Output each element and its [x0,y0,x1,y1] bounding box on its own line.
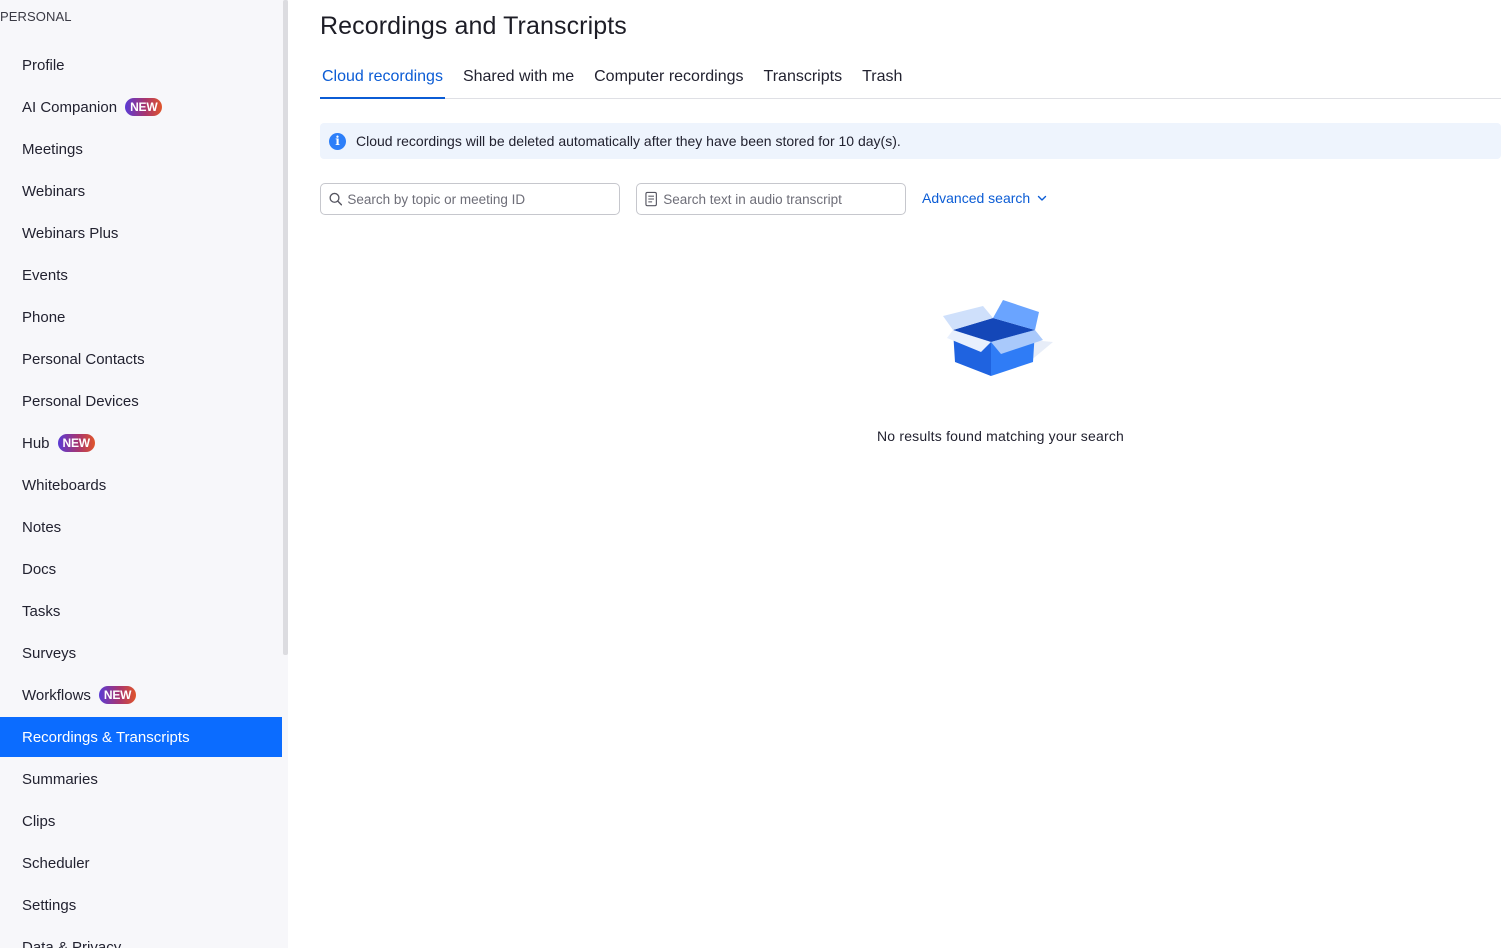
info-banner-text: Cloud recordings will be deleted automat… [356,133,901,149]
sidebar-item-label: Personal Devices [22,392,139,410]
sidebar-item-label: AI Companion [22,98,118,116]
sidebar-item-surveys[interactable]: Surveys [0,632,282,674]
tab-cloud-recordings[interactable]: Cloud recordings [320,58,445,99]
search-icon [329,192,343,206]
advanced-search-button[interactable]: Advanced search [922,190,1047,206]
info-icon: i [329,132,346,150]
search-topic-input[interactable] [342,190,619,208]
sidebar-nav-list: Profile AI Companion NEW Meetings Webinars We… [0,44,282,948]
sidebar-item-settings[interactable]: Settings [0,884,282,926]
sidebar-item-label: Tasks [22,602,61,620]
transcript-icon [645,191,657,206]
sidebar-item-label: Settings [22,896,77,914]
sidebar-item-label: Events [22,266,68,284]
sidebar-item-label: Webinars Plus [22,224,119,242]
sidebar-item-label: Scheduler [22,854,90,872]
empty-box-icon [942,300,1053,376]
sidebar-item-webinars-plus[interactable]: Webinars Plus [0,212,282,254]
tab-trash[interactable]: Trash [860,58,904,98]
tab-transcripts[interactable]: Transcripts [762,58,845,98]
new-badge: NEW [57,434,95,452]
sidebar-item-notes[interactable]: Notes [0,506,282,548]
tab-shared-with-me[interactable]: Shared with me [461,58,576,98]
sidebar-item-personal-devices[interactable]: Personal Devices [0,380,282,422]
sidebar-item-label: Profile [22,56,65,74]
tab-computer-recordings[interactable]: Computer recordings [592,58,745,98]
sidebar-item-scheduler[interactable]: Scheduler [0,842,282,884]
sidebar-item-personal-contacts[interactable]: Personal Contacts [0,338,282,380]
recording-tabs: Cloud recordings Shared with me Computer r… [320,58,1501,99]
search-transcript-box [636,183,906,215]
sidebar-item-meetings[interactable]: Meetings [0,128,282,170]
sidebar-item-clips[interactable]: Clips [0,800,282,842]
sidebar-item-label: Webinars [22,182,86,200]
sidebar-item-profile[interactable]: Profile [0,44,282,86]
sidebar-item-label: Recordings & Transcripts [22,728,190,746]
main-content: Recordings and Transcripts Cloud recordi… [288,0,1501,948]
sidebar-section-title: PERSONAL [0,9,72,24]
search-topic-box [320,183,620,215]
sidebar-item-phone[interactable]: Phone [0,296,282,338]
sidebar-item-label: Personal Contacts [22,350,145,368]
empty-state: No results found matching your search [848,296,1153,444]
sidebar-item-label: Clips [22,812,56,830]
sidebar-item-whiteboards[interactable]: Whiteboards [0,464,282,506]
new-badge: NEW [98,686,137,704]
sidebar-item-label: Docs [22,560,57,578]
sidebar-item-label: Meetings [22,140,83,158]
sidebar-item-docs[interactable]: Docs [0,548,282,590]
chevron-down-icon [1037,195,1047,201]
sidebar-item-hub[interactable]: Hub NEW [0,422,282,464]
sidebar-item-recordings-transcripts[interactable]: Recordings & Transcripts [0,717,282,757]
page-title: Recordings and Transcripts [320,12,627,40]
sidebar-item-events[interactable]: Events [0,254,282,296]
sidebar-item-summaries[interactable]: Summaries [0,758,282,800]
sidebar-item-label: Summaries [22,770,98,788]
sidebar-item-ai-companion[interactable]: AI Companion NEW [0,86,282,128]
empty-state-message: No results found matching your search [876,428,1125,444]
sidebar-item-label: Data & Privacy [22,938,122,948]
info-banner: i Cloud recordings will be deleted autom… [320,123,1501,159]
search-transcript-input[interactable] [658,190,905,208]
sidebar-item-label: Workflows [22,686,91,704]
advanced-search-label: Advanced search [922,190,1031,206]
sidebar-item-webinars[interactable]: Webinars [0,170,282,212]
new-badge: NEW [125,98,163,116]
sidebar-item-label: Phone [22,308,66,326]
sidebar-item-label: Surveys [22,644,77,662]
sidebar-item-label: Hub [22,434,50,452]
sidebar: PERSONAL Profile AI Companion NEW Meetings W… [0,0,282,948]
sidebar-item-workflows[interactable]: Workflows NEW [0,674,282,716]
sidebar-item-tasks[interactable]: Tasks [0,590,282,632]
sidebar-item-label: Whiteboards [22,476,107,494]
sidebar-item-data-privacy[interactable]: Data & Privacy [0,926,282,948]
sidebar-item-label: Notes [22,518,62,536]
